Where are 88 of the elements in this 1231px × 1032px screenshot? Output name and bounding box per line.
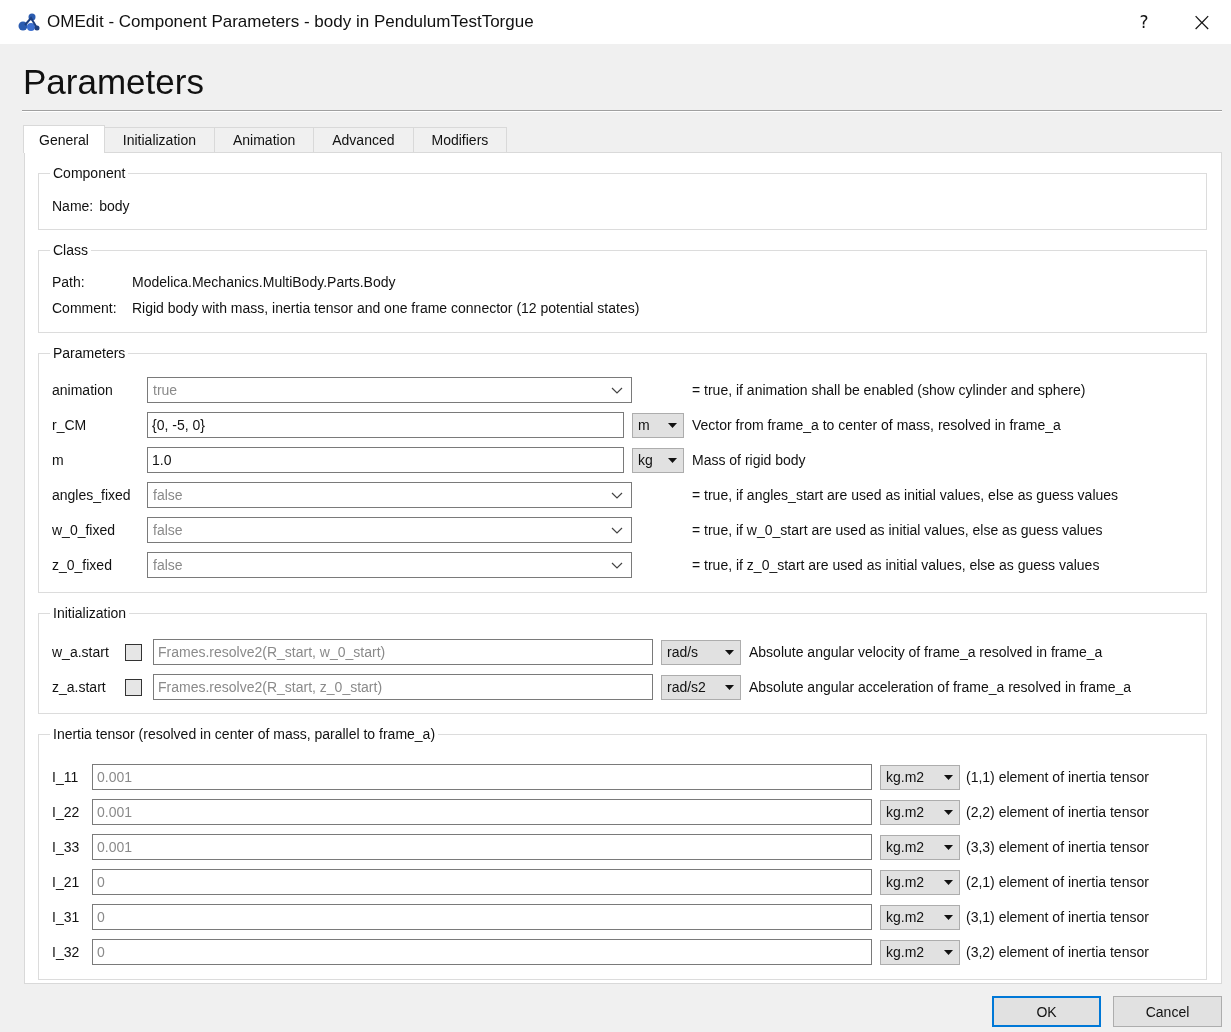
input-field[interactable]: 0 — [92, 904, 872, 930]
parameter-label: I_22 — [52, 804, 81, 820]
parameter-label: I_21 — [52, 874, 81, 890]
parameter-comment: (2,1) element of inertia tensor — [966, 874, 1150, 890]
tab[interactable]: General — [23, 125, 105, 153]
close-button[interactable]: × — [1179, 0, 1225, 44]
combo-box[interactable]: true — [147, 377, 632, 403]
cancel-button[interactable]: Cancel — [1113, 996, 1222, 1027]
group-title: Initialization — [52, 605, 128, 621]
parameter-comment: = true, if angles_start are used as initial values, else as guess values — [692, 487, 1120, 503]
dialog-heading: Parameters — [22, 61, 205, 103]
caret-icon — [944, 879, 953, 885]
group-title: Parameters — [52, 345, 127, 361]
field-value: Rigid body with mass, inertia tensor and one frame connector (12 potential states) — [132, 300, 641, 316]
parameter-comment: Absolute angular acceleration of frame_a resolved in frame_a — [749, 679, 1133, 695]
caret-icon — [944, 809, 953, 815]
input-field[interactable]: 1.0 — [147, 447, 624, 473]
parameter-label: I_33 — [52, 839, 81, 855]
parameter-label: w_a.start — [52, 644, 110, 660]
unit-dropdown[interactable]: m — [632, 412, 684, 438]
app-logo-icon — [17, 12, 41, 32]
parameter-label: r_CM — [52, 417, 88, 433]
field-label: Name: — [52, 198, 94, 214]
caret-icon — [725, 649, 734, 655]
help-button[interactable]: ? — [1121, 0, 1167, 44]
parameter-label: z_0_fixed — [52, 557, 113, 573]
combo-box[interactable]: false — [147, 517, 632, 543]
parameter-label: w_0_fixed — [52, 522, 117, 538]
input-field[interactable]: 0 — [92, 869, 872, 895]
unit-dropdown[interactable]: kg.m2 — [880, 764, 960, 790]
tab[interactable]: Modifiers — [412, 127, 508, 152]
parameter-comment: (3,2) element of inertia tensor — [966, 944, 1150, 960]
parameter-label: I_31 — [52, 909, 81, 925]
parameter-label: angles_fixed — [52, 487, 132, 503]
caret-icon — [944, 914, 953, 920]
input-field[interactable]: 0 — [92, 939, 872, 965]
unit-dropdown[interactable]: kg.m2 — [880, 939, 960, 965]
parameter-comment: (2,2) element of inertia tensor — [966, 804, 1150, 820]
caret-icon — [668, 457, 677, 463]
parameter-comment: = true, if w_0_start are used as initial values, else as guess values — [692, 522, 1104, 538]
field-label: Comment: — [52, 300, 118, 316]
parameter-label: animation — [52, 382, 114, 398]
parameter-comment: = true, if z_0_start are used as initial values, else as guess values — [692, 557, 1101, 573]
unit-dropdown[interactable]: rad/s2 — [661, 674, 741, 700]
parameter-comment: Absolute angular velocity of frame_a resolved in frame_a — [749, 644, 1104, 660]
parameter-comment: = true, if animation shall be enabled (show cylinder and sphere) — [692, 382, 1087, 398]
parameter-comment: Vector from frame_a to center of mass, resolved in frame_a — [692, 417, 1062, 433]
caret-icon — [944, 949, 953, 955]
parameter-label: z_a.start — [52, 679, 107, 695]
parameter-comment: (1,1) element of inertia tensor — [966, 769, 1150, 785]
caret-icon — [944, 844, 953, 850]
combo-box[interactable]: false — [147, 552, 632, 578]
field-value: Modelica.Mechanics.MultiBody.Parts.Body — [132, 274, 397, 290]
parameter-label: m — [52, 452, 65, 468]
group-title: Inertia tensor (resolved in center of mass, parallel to frame_a) — [52, 726, 437, 742]
unit-dropdown[interactable]: rad/s — [661, 639, 741, 665]
caret-icon — [668, 422, 677, 428]
unit-dropdown[interactable]: kg.m2 — [880, 799, 960, 825]
caret-icon — [944, 774, 953, 780]
parameter-comment: (3,1) element of inertia tensor — [966, 909, 1150, 925]
ok-button[interactable]: OK — [992, 996, 1101, 1027]
parameter-label: I_32 — [52, 944, 81, 960]
chevron-down-icon — [611, 387, 623, 394]
group-title: Component — [52, 165, 127, 181]
input-field[interactable]: 0.001 — [92, 834, 872, 860]
parameter-label: I_11 — [52, 769, 80, 785]
checkbox[interactable] — [125, 678, 142, 696]
chevron-down-icon — [611, 562, 623, 569]
input-field[interactable]: Frames.resolve2(R_start, w_0_start) — [153, 639, 653, 665]
unit-dropdown[interactable]: kg — [632, 447, 684, 473]
unit-dropdown[interactable]: kg.m2 — [880, 834, 960, 860]
input-field[interactable]: {0, -5, 0} — [147, 412, 624, 438]
chevron-down-icon — [611, 527, 623, 534]
field-label: Path: — [52, 274, 86, 290]
group-title: Class — [52, 242, 89, 258]
unit-dropdown[interactable]: kg.m2 — [880, 869, 960, 895]
field-value: body — [99, 198, 130, 214]
caret-icon — [725, 684, 734, 690]
input-field[interactable]: Frames.resolve2(R_start, z_0_start) — [153, 674, 653, 700]
chevron-down-icon — [611, 492, 623, 499]
unit-dropdown[interactable]: kg.m2 — [880, 904, 960, 930]
combo-box[interactable]: false — [147, 482, 632, 508]
input-field[interactable]: 0.001 — [92, 764, 872, 790]
checkbox[interactable] — [125, 643, 142, 661]
input-field[interactable]: 0.001 — [92, 799, 872, 825]
parameter-comment: Mass of rigid body — [692, 452, 807, 468]
window-title: OMEdit - Component Parameters - body in PendulumTestTorgue — [47, 12, 534, 32]
parameter-comment: (3,3) element of inertia tensor — [966, 839, 1150, 855]
